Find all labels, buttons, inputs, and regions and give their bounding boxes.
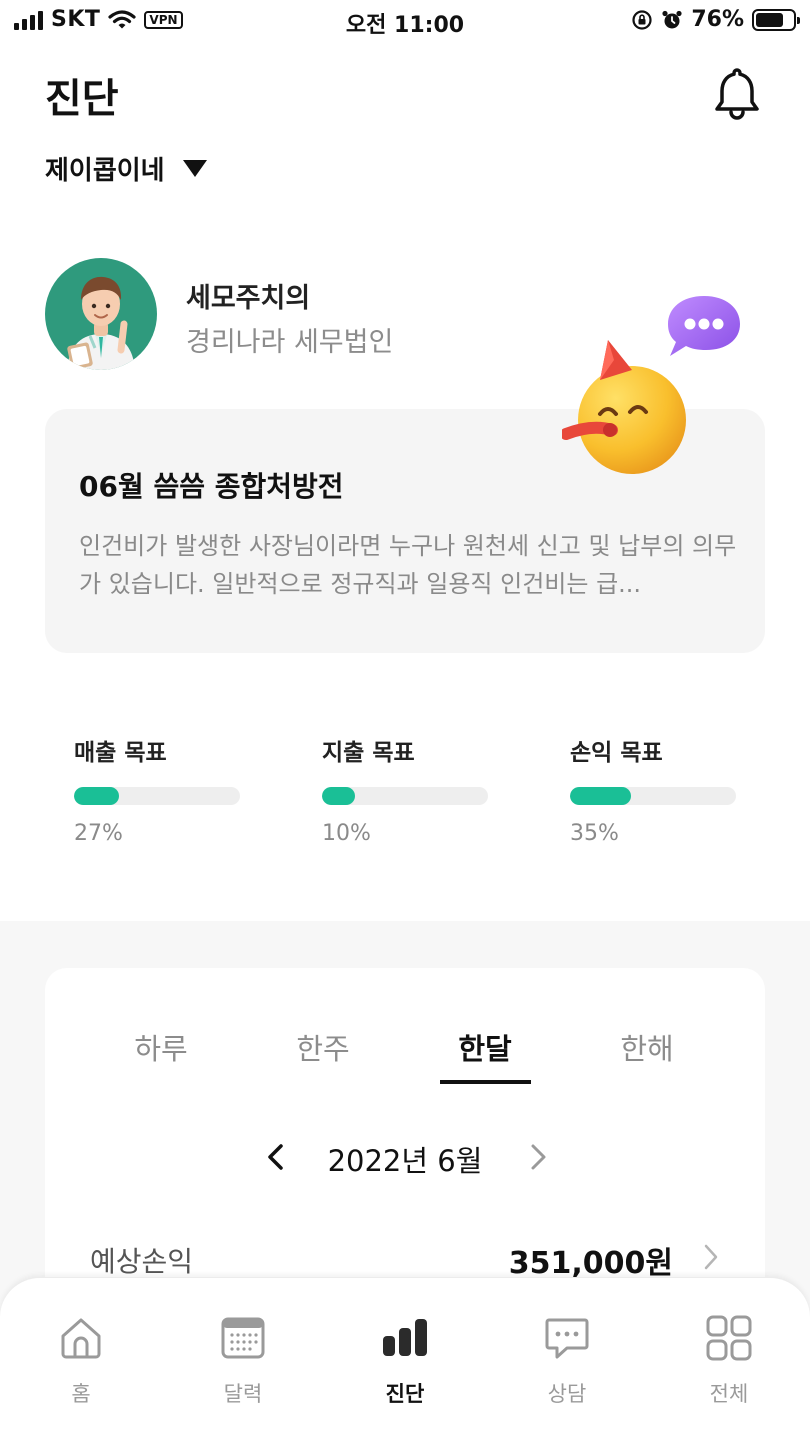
tab-day[interactable]: 하루 [101,1026,221,1084]
tab-year[interactable]: 한해 [587,1026,707,1084]
goal-progress-fill [570,787,632,805]
tab-label: 한해 [620,1032,674,1066]
battery-percent: 76% [691,7,744,32]
nav-all[interactable]: 전체 [669,1314,789,1414]
goal-progress-section: 매출 목표 27% 지출 목표 10% 손익 목표 35% [0,733,810,853]
nav-label: 전체 [709,1382,749,1406]
doctor-illustration [67,276,135,370]
doctor-avatar [45,258,157,370]
expected-profit-row[interactable]: 예상손익 351,000원 [45,1236,765,1281]
nav-label: 상담 [547,1382,587,1406]
doctor-organization: 경리나라 세무법인 [186,327,394,358]
chevron-right-icon[interactable] [523,1140,553,1174]
status-right: 76% [631,7,800,32]
goal-label: 매출 목표 [74,740,167,766]
nav-label: 진단 [385,1382,425,1406]
active-tab-underline [440,1080,531,1084]
goal-label: 손익 목표 [570,740,663,766]
alarm-icon [662,10,682,28]
goal-progress-track [322,787,488,805]
month-label: 2022년 6월 [327,1144,483,1178]
bottom-tab-bar: 홈 달력 진단 상담 전체 [0,1277,810,1440]
goal-progress-fill [74,787,119,805]
nav-label: 달력 [223,1382,263,1406]
nav-home[interactable]: 홈 [21,1314,141,1414]
tab-label: 하루 [134,1032,188,1066]
rotation-lock-icon [632,9,652,30]
expected-profit-label: 예상손익 [90,1245,194,1278]
home-icon [61,1318,101,1359]
party-emoji-icon [562,340,686,474]
goal-progress-fill [322,787,356,805]
page-title: 진단 [45,76,119,122]
prescription-title: 06월 씀씀 종합처방전 [79,470,344,503]
nav-diagnosis[interactable]: 진단 [345,1314,465,1414]
dropdown-caret-icon [182,160,207,177]
battery-icon [752,8,800,31]
calendar-icon [221,1317,265,1359]
tab-label: 한달 [458,1032,512,1066]
goal-percent: 27% [74,821,123,846]
goal-profit[interactable]: 손익 목표 35% [570,733,736,846]
period-tabs: 하루 한주 한달 한해 [45,1026,765,1086]
battery-level [756,12,784,27]
chevron-right-icon [704,1244,718,1270]
month-navigator: 2022년 6월 [45,1138,765,1178]
goal-expense[interactable]: 지출 목표 10% [322,733,488,846]
tab-month[interactable]: 한달 [425,1026,545,1084]
nav-calendar[interactable]: 달력 [183,1314,303,1414]
company-selector[interactable]: 제이콥이네 [45,150,207,187]
nav-consult[interactable]: 상담 [507,1314,627,1414]
chat-icon [545,1318,589,1359]
nav-label: 홈 [71,1382,91,1406]
status-bar: SKT VPN 오전 11:00 76% [0,0,810,44]
goal-percent: 35% [570,821,619,846]
goal-progress-track [74,787,240,805]
tab-week[interactable]: 한주 [263,1026,383,1084]
company-name: 제이콥이네 [45,156,165,186]
bar-chart-icon [383,1319,427,1356]
goal-progress-track [570,787,736,805]
expected-profit-value: 351,000원 [508,1246,673,1281]
goal-label: 지출 목표 [322,740,415,766]
grid-icon [706,1315,752,1361]
doctor-name: 세모주치의 [186,283,311,314]
goal-percent: 10% [322,821,371,846]
bell-icon[interactable] [712,66,762,120]
tab-label: 한주 [296,1032,350,1066]
goal-sales[interactable]: 매출 목표 27% [74,733,240,846]
prescription-body: 인건비가 발생한 사장님이라면 누구나 원천세 신고 및 납부의 의무가 있습니… [79,532,737,598]
